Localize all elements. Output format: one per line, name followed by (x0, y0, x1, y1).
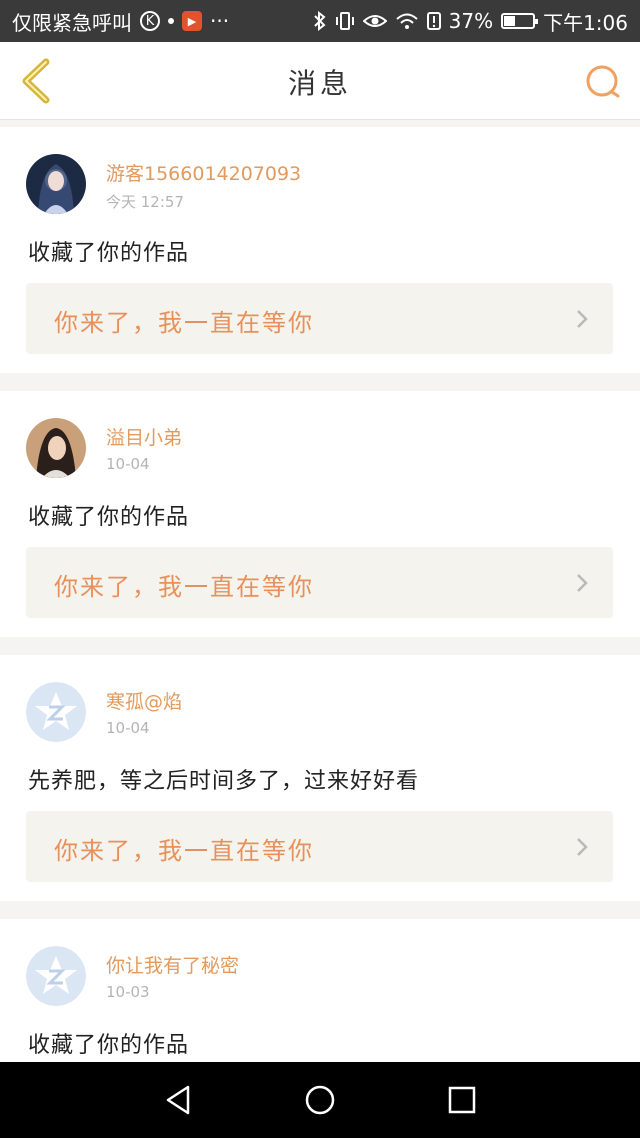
signal-alert-icon (426, 12, 441, 30)
message-text: 收藏了你的作品 (28, 505, 190, 530)
home-circle-icon[interactable] (302, 1082, 338, 1118)
avatar[interactable] (26, 682, 86, 742)
wifi-icon (395, 13, 418, 29)
username-link[interactable]: 寒孤@焰 (106, 687, 182, 714)
message-text: 收藏了你的作品 (28, 241, 190, 266)
work-quote-link[interactable]: 你来了，我一直在等你 (26, 283, 613, 354)
eye-icon (362, 15, 387, 27)
work-quote-text: 你来了，我一直在等你 (54, 837, 314, 865)
vibrate-icon (335, 12, 354, 30)
battery-icon (501, 13, 539, 29)
back-triangle-icon[interactable] (160, 1082, 196, 1118)
message-card[interactable]: 溢目小弟 10-04 收藏了你的作品 你来了，我一直在等你 (0, 391, 640, 637)
message-time: 今天 12:57 (106, 193, 184, 211)
username-link[interactable]: 游客1566014207093 (106, 159, 301, 186)
avatar[interactable] (26, 418, 86, 478)
notification-dot-icon (168, 18, 174, 24)
carrier-text: 仅限紧急呼叫 (12, 10, 132, 35)
work-quote-text: 你来了，我一直在等你 (54, 573, 314, 601)
clock-time: 下午1:06 (543, 10, 628, 35)
bluetooth-icon (313, 11, 326, 31)
work-quote-link[interactable]: 你来了，我一直在等你 (26, 547, 613, 618)
message-card[interactable]: 寒孤@焰 10-04 先养肥，等之后时间多了，过来好好看 你来了，我一直在等你 (0, 655, 640, 901)
message-card[interactable]: 你让我有了秘密 10-03 收藏了你的作品 (0, 919, 640, 1062)
system-nav-bar (0, 1062, 640, 1138)
recents-square-icon[interactable] (444, 1082, 480, 1118)
message-text: 收藏了你的作品 (28, 1033, 190, 1058)
header-bar: 消息 (0, 42, 640, 120)
video-app-icon: ▶ (182, 11, 202, 31)
avatar[interactable] (26, 946, 86, 1006)
chevron-right-icon (577, 574, 588, 592)
page-title: 消息 (287, 67, 352, 100)
message-time: 10-04 (106, 719, 150, 737)
work-quote-link[interactable]: 你来了，我一直在等你 (26, 811, 613, 882)
work-quote-text: 你来了，我一直在等你 (54, 309, 314, 337)
chevron-right-icon (577, 310, 588, 328)
status-bar: 仅限紧急呼叫 K ▶ ··· 37% 下午1:06 (0, 0, 640, 42)
battery-percent: 37% (448, 9, 494, 33)
avatar[interactable] (26, 154, 86, 214)
message-time: 10-04 (106, 455, 150, 473)
message-text: 先养肥，等之后时间多了，过来好好看 (28, 769, 420, 794)
chevron-right-icon (577, 838, 588, 856)
more-notifications-icon: ··· (210, 9, 230, 33)
search-icon[interactable] (584, 62, 624, 102)
message-time: 10-03 (106, 983, 150, 1001)
username-link[interactable]: 溢目小弟 (106, 423, 182, 450)
k-icon: K (140, 11, 160, 31)
message-list[interactable]: 游客1566014207093 今天 12:57 收藏了你的作品 你来了，我一直… (0, 127, 640, 1062)
username-link[interactable]: 你让我有了秘密 (106, 951, 239, 978)
message-card[interactable]: 游客1566014207093 今天 12:57 收藏了你的作品 你来了，我一直… (0, 127, 640, 373)
